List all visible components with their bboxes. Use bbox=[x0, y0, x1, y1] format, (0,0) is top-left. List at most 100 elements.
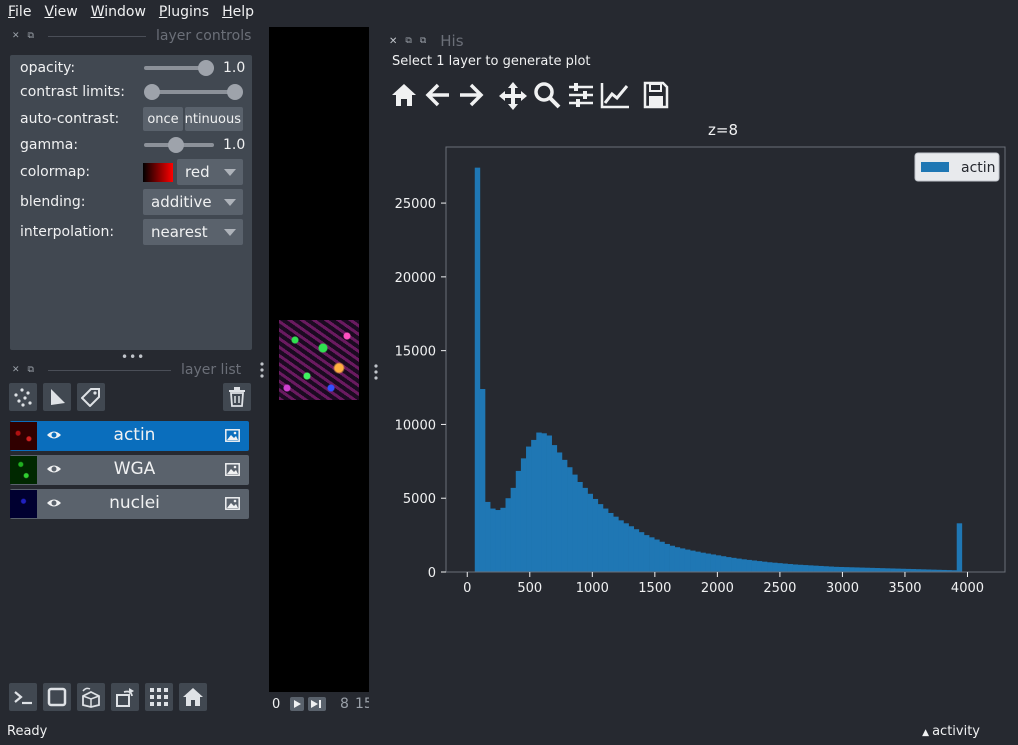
histogram-bar bbox=[828, 566, 834, 572]
dock-float-icon[interactable]: ⧉ bbox=[28, 31, 34, 41]
grid-view-button[interactable] bbox=[145, 683, 173, 711]
layer-row-actin[interactable]: actin bbox=[10, 421, 249, 451]
new-labels-layer-button[interactable] bbox=[77, 383, 105, 411]
dock-close-icon[interactable]: ✕ bbox=[12, 365, 20, 375]
contrast-slider-track[interactable] bbox=[152, 90, 236, 94]
x-tick-label: 2000 bbox=[701, 581, 734, 596]
square-icon bbox=[47, 687, 67, 707]
layer-thumbnail bbox=[10, 456, 37, 484]
ndisplay-button[interactable] bbox=[43, 683, 71, 711]
histogram-bar bbox=[577, 481, 583, 572]
histogram-bar bbox=[818, 565, 824, 572]
dims-start-label: 0 bbox=[272, 697, 281, 712]
layer-name[interactable]: nuclei bbox=[50, 493, 219, 513]
dock-menu-icon[interactable] bbox=[259, 361, 265, 383]
plot-title: z=8 bbox=[708, 121, 738, 139]
console-button[interactable] bbox=[9, 683, 37, 711]
transpose-dims-button[interactable] bbox=[111, 683, 139, 711]
menu-view[interactable]: View bbox=[36, 4, 82, 20]
gamma-label: gamma: bbox=[20, 137, 79, 153]
mpl-configure-icon[interactable] bbox=[567, 81, 595, 109]
auto-contrast-continuous-button[interactable]: continuous bbox=[185, 107, 243, 131]
histogram-bar bbox=[695, 551, 701, 572]
histogram-bar bbox=[720, 556, 727, 572]
chevron-down-icon bbox=[224, 169, 236, 176]
histogram-bar bbox=[520, 458, 527, 572]
delete-layer-button[interactable] bbox=[223, 383, 251, 411]
menu-bar: File View Window Plugins Help bbox=[0, 0, 1018, 24]
mpl-forward-icon[interactable] bbox=[457, 81, 485, 109]
histogram-bar bbox=[654, 539, 660, 572]
grid-icon bbox=[150, 688, 168, 706]
viewer-canvas[interactable] bbox=[269, 27, 369, 692]
title-divider bbox=[47, 35, 146, 37]
splitter-handle-icon[interactable] bbox=[373, 363, 379, 385]
home-view-button[interactable] bbox=[179, 683, 207, 711]
new-points-layer-button[interactable] bbox=[9, 383, 37, 411]
interpolation-dropdown[interactable]: nearest bbox=[143, 219, 243, 245]
colormap-dropdown[interactable]: red bbox=[177, 159, 243, 185]
layer-row-wga[interactable]: WGA bbox=[10, 455, 249, 485]
blending-dropdown[interactable]: additive bbox=[143, 189, 243, 215]
histogram-bar bbox=[864, 567, 870, 572]
dock-float-icon[interactable]: ⧉ bbox=[405, 36, 411, 46]
histogram-bar bbox=[731, 557, 737, 572]
mpl-zoom-icon[interactable] bbox=[533, 81, 561, 109]
menu-file[interactable]: File bbox=[0, 4, 36, 20]
auto-contrast-label: auto-contrast: bbox=[20, 111, 120, 127]
home-icon bbox=[183, 688, 203, 706]
menu-help[interactable]: Help bbox=[214, 4, 259, 20]
gamma-slider-handle[interactable] bbox=[168, 137, 184, 153]
layer-name[interactable]: actin bbox=[50, 425, 219, 445]
mpl-back-icon[interactable] bbox=[424, 81, 452, 109]
play-button[interactable] bbox=[290, 697, 304, 711]
histogram-bar bbox=[869, 567, 875, 572]
histogram-plot[interactable]: 0 500 1000 1500 2000 2500 3000 3500 4000 0 5000 100… bbox=[380, 140, 1010, 600]
histogram-bar bbox=[623, 523, 629, 572]
histogram-bar bbox=[638, 532, 645, 572]
new-shapes-layer-button[interactable] bbox=[43, 383, 71, 411]
menu-window[interactable]: Window bbox=[83, 4, 151, 20]
colormap-swatch bbox=[143, 163, 173, 182]
histogram-bar bbox=[772, 562, 778, 572]
contrast-min-handle[interactable] bbox=[144, 84, 160, 100]
chevron-up-icon: ▲ bbox=[922, 728, 930, 738]
dims-current-value[interactable]: 8 bbox=[340, 696, 349, 712]
menu-plugins[interactable]: Plugins bbox=[151, 4, 214, 20]
opacity-slider-handle[interactable] bbox=[198, 60, 214, 76]
histogram-bar bbox=[787, 564, 793, 572]
layer-row-nuclei[interactable]: nuclei bbox=[10, 489, 249, 519]
histogram-bar bbox=[592, 498, 599, 572]
activity-button[interactable]: ▲ activity bbox=[922, 724, 980, 739]
contrast-max-handle[interactable] bbox=[227, 84, 243, 100]
dock-close-icon[interactable]: ✕ bbox=[12, 31, 20, 41]
step-end-button[interactable] bbox=[308, 697, 326, 711]
y-tick-label: 15000 bbox=[395, 345, 436, 360]
histogram-bar bbox=[895, 568, 901, 572]
histogram-bar bbox=[546, 435, 552, 572]
layer-name[interactable]: WGA bbox=[50, 459, 219, 479]
dock-close-icon[interactable]: ✕ bbox=[389, 36, 397, 47]
histogram-bar bbox=[659, 541, 665, 572]
histogram-bar bbox=[618, 520, 624, 572]
histogram-bar bbox=[505, 498, 511, 572]
opacity-value: 1.0 bbox=[223, 60, 246, 76]
histogram-bar bbox=[726, 557, 732, 572]
mpl-axes-icon[interactable] bbox=[600, 81, 630, 109]
dock-float-icon[interactable]: ⧉ bbox=[28, 365, 34, 375]
histogram-bar bbox=[890, 568, 896, 572]
mpl-home-icon[interactable] bbox=[390, 81, 418, 109]
histogram-bar bbox=[746, 559, 752, 572]
histogram-bar bbox=[833, 566, 840, 572]
mpl-pan-icon[interactable] bbox=[498, 81, 528, 111]
mpl-save-icon[interactable] bbox=[643, 81, 669, 109]
histogram-bar bbox=[633, 529, 640, 572]
dims-slider-row: 0 8 15 bbox=[269, 695, 369, 715]
auto-contrast-once-button[interactable]: once bbox=[143, 107, 183, 131]
roll-dims-button[interactable] bbox=[77, 683, 105, 711]
histogram-bar bbox=[854, 567, 860, 572]
histogram-bar bbox=[515, 470, 522, 572]
histogram-bar bbox=[761, 561, 768, 572]
dock-popout-icon[interactable]: ⧉ bbox=[420, 36, 426, 46]
histogram-bar bbox=[813, 565, 819, 572]
